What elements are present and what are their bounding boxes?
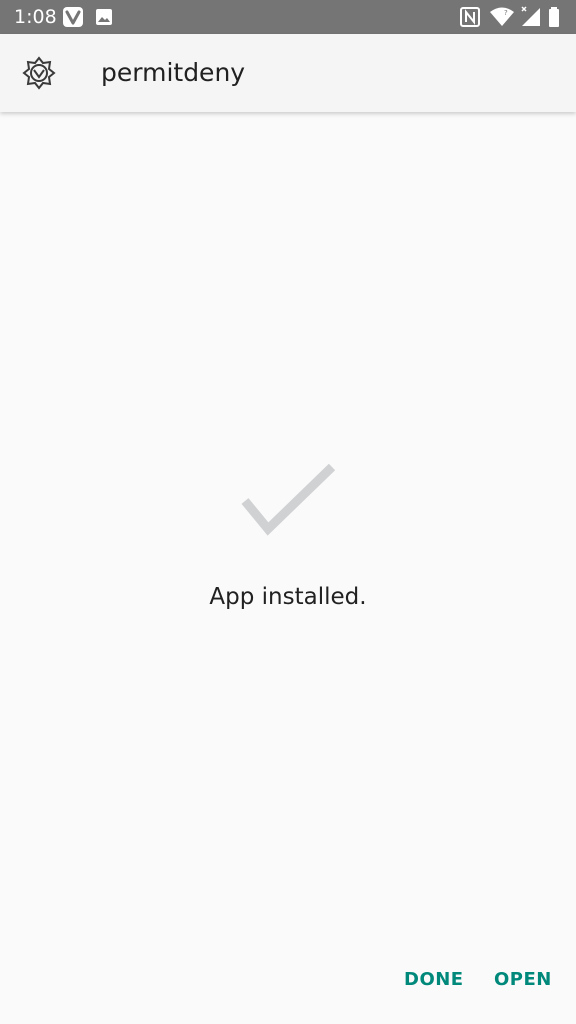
nfc-icon [459,0,481,34]
status-time: 1:08 [14,6,57,28]
app-bar: permitdeny [0,34,576,112]
app-logo-icon [22,56,56,90]
status-bar: 1:08 ? [0,0,576,34]
vivaldi-icon [62,0,84,34]
battery-icon [548,0,560,34]
install-status-message: App installed. [209,584,367,610]
screen: 1:08 ? permitdeny App installed. DONE OP… [0,0,576,1024]
svg-text:?: ? [504,9,508,17]
signal-icon [520,0,542,34]
checkmark-icon [238,460,338,540]
image-icon [95,0,113,34]
wifi-icon: ? [489,0,515,34]
app-title: permitdeny [101,58,246,87]
open-button[interactable]: OPEN [484,960,562,1000]
done-button[interactable]: DONE [394,960,474,1000]
